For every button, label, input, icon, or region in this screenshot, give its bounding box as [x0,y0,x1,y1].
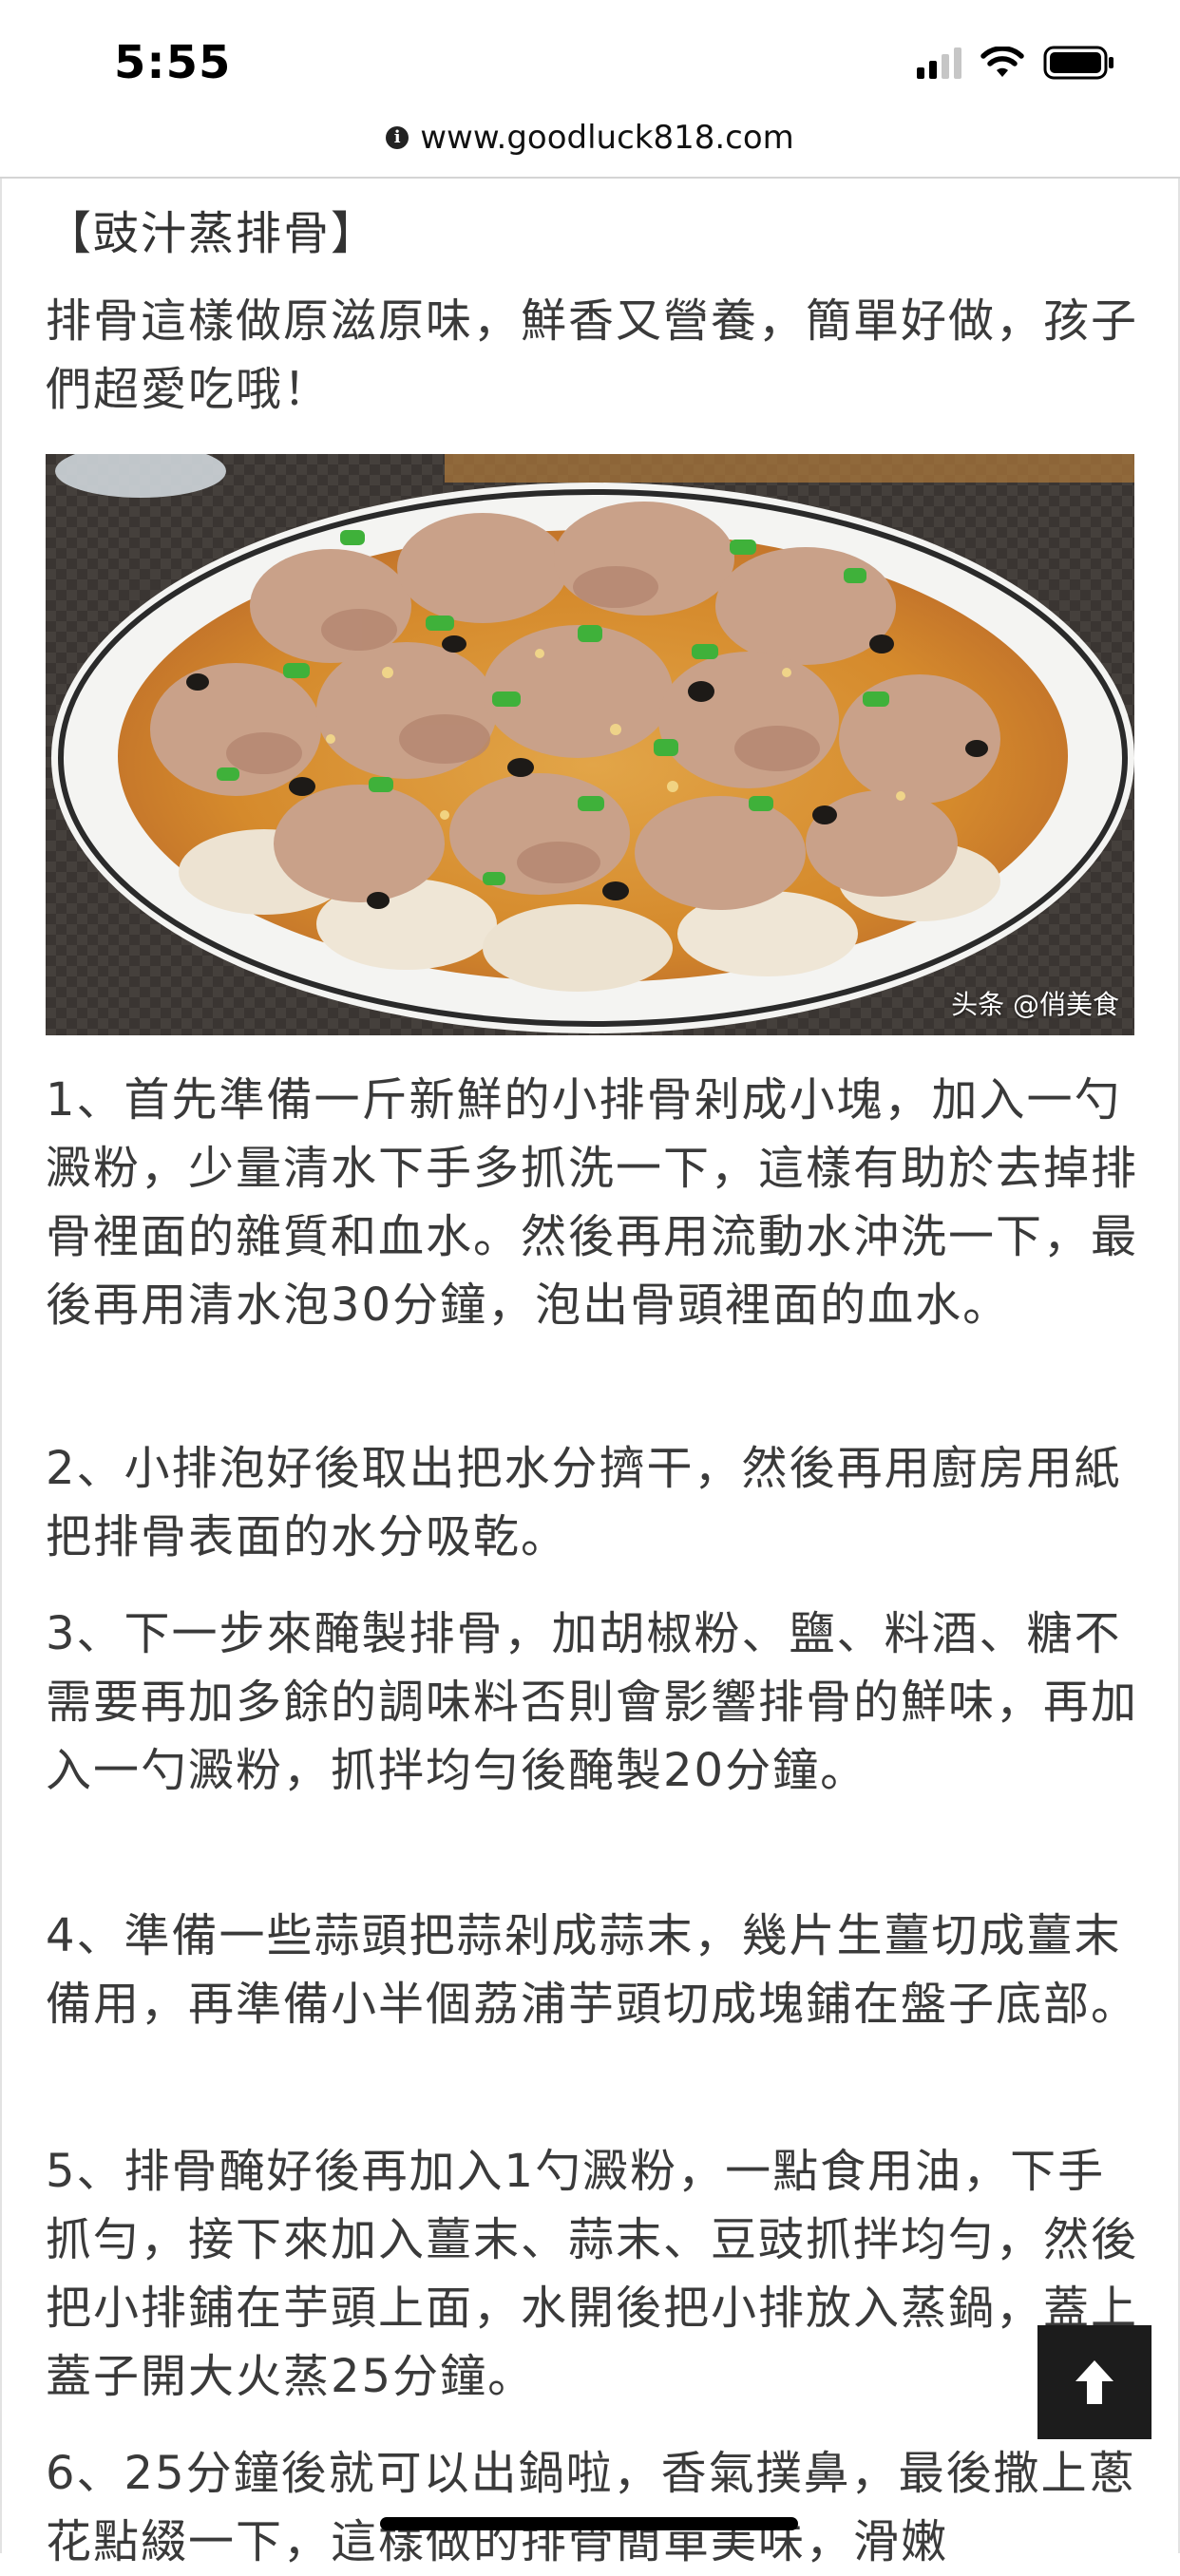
scroll-to-top-button[interactable] [1037,2325,1151,2439]
arrow-up-icon [1075,2360,1113,2404]
step-5: 5、排骨醃好後再加入1勺澱粉，一點食用油，下手抓勻，接下來加入薑末、蒜末、豆豉抓… [46,2145,1139,2403]
step-2: 2、小排泡好後取出把水分擠干，然後再用廚房用紙把排骨表面的水分吸乾。 [46,1442,1122,1563]
wifi-icon [980,47,1024,77]
article-title: 【豉汁蒸排骨】 [46,207,379,260]
status-time: 5:55 [114,36,232,89]
step-3: 3、下一步來醃製排骨，加胡椒粉、鹽、料酒、糖不需要再加多餘的調味料否則會影響排骨… [46,1607,1139,1797]
step-6: 6、25分鐘後就可以出鍋啦，香氣撲鼻，最後撒上蔥花點綴一下，這樣做的排骨簡單美味… [46,2447,1136,2568]
address-bar[interactable]: i www.goodluck818.com [0,99,1180,179]
url-text[interactable]: www.goodluck818.com [420,119,794,157]
image-watermark: 头条 @俏美食 [951,989,1119,1020]
cellular-signal-icon [917,47,961,79]
info-icon[interactable]: i [386,126,409,149]
article-intro: 排骨這樣做原滋原味，鮮香又營養，簡單好做，孩子們超愛吃哦！ [46,294,1139,416]
dish-photo: 头条 @俏美食 [46,454,1134,1035]
battery-icon [1043,46,1113,80]
status-bar: 5:55 [0,0,1180,114]
status-icons [917,44,1115,82]
home-indicator[interactable] [380,2517,798,2530]
step-4: 4、準備一些蒜頭把蒜剁成蒜末，幾片生薑切成薑末備用，再準備小半個荔浦芋頭切成塊鋪… [46,1909,1139,2031]
steamed-ribs-illustration [46,454,1134,1035]
step-1: 1、首先準備一斤新鮮的小排骨剁成小塊，加入一勺澱粉，少量清水下手多抓洗一下，這樣… [46,1073,1139,1332]
